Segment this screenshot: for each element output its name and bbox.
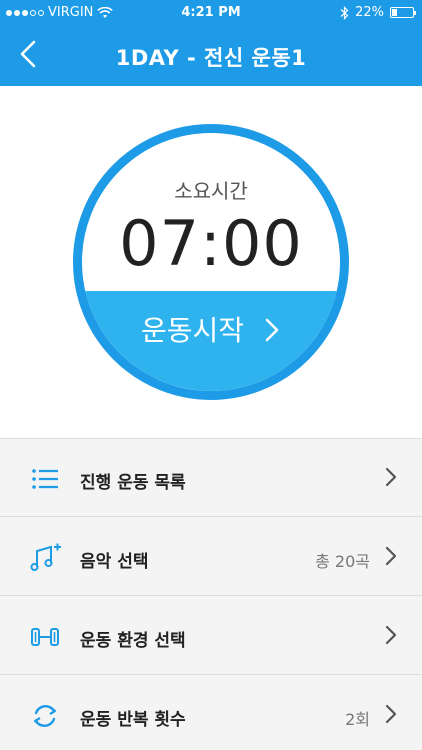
- menu-item-value: 총 20곡: [315, 552, 370, 571]
- repeat-icon: [33, 705, 57, 727]
- chevron-right-icon: [385, 625, 397, 645]
- chevron-right-icon: [385, 467, 397, 487]
- menu-item-repeat-count[interactable]: 운동 반복 횟수 2회: [0, 676, 422, 750]
- dumbbell-icon: [31, 628, 59, 646]
- duration-value: 07:00: [119, 207, 303, 280]
- start-workout-label: 운동시작: [141, 314, 245, 347]
- music-add-icon: [30, 543, 61, 571]
- timer-section: 소요시간 07:00 운동시작: [0, 86, 422, 438]
- chevron-right-icon: [385, 546, 397, 566]
- menu-item-label: 진행 운동 목록: [80, 473, 186, 493]
- menu-item-value: 2회: [345, 710, 370, 729]
- battery-percent: 22%: [355, 5, 384, 20]
- page-title: 1DAY - 전신 운동1: [115, 46, 307, 70]
- menu-item-environment-select[interactable]: 운동 환경 선택: [0, 597, 422, 675]
- list-icon: [32, 469, 58, 489]
- duration-label: 소요시간: [174, 179, 248, 203]
- status-bar: VIRGIN 4:21 PM 22%: [0, 0, 422, 24]
- menu-item-music-select[interactable]: 음악 선택 총 20곡: [0, 518, 422, 596]
- bluetooth-icon: [340, 5, 349, 20]
- chevron-right-icon: [265, 318, 279, 342]
- menu-item-label: 운동 환경 선택: [80, 631, 186, 651]
- chevron-right-icon: [385, 704, 397, 724]
- navigation-bar: 1DAY - 전신 운동1: [0, 24, 422, 86]
- timer-ring: 소요시간 07:00 운동시작: [73, 124, 349, 400]
- menu-item-label: 음악 선택: [80, 552, 149, 572]
- start-workout-button[interactable]: 운동시작: [82, 291, 340, 391]
- top-bar: VIRGIN 4:21 PM 22% 1DAY - 전신 운동1: [0, 0, 422, 86]
- menu-item-exercise-list[interactable]: 진행 운동 목록: [0, 439, 422, 517]
- settings-list: 진행 운동 목록 음악 선택 총 20곡 운동 환경 선택 운동 반복 횟수 2…: [0, 438, 422, 750]
- menu-item-label: 운동 반복 횟수: [80, 710, 186, 730]
- battery-icon: [390, 7, 416, 18]
- battery-group: 22%: [340, 5, 416, 20]
